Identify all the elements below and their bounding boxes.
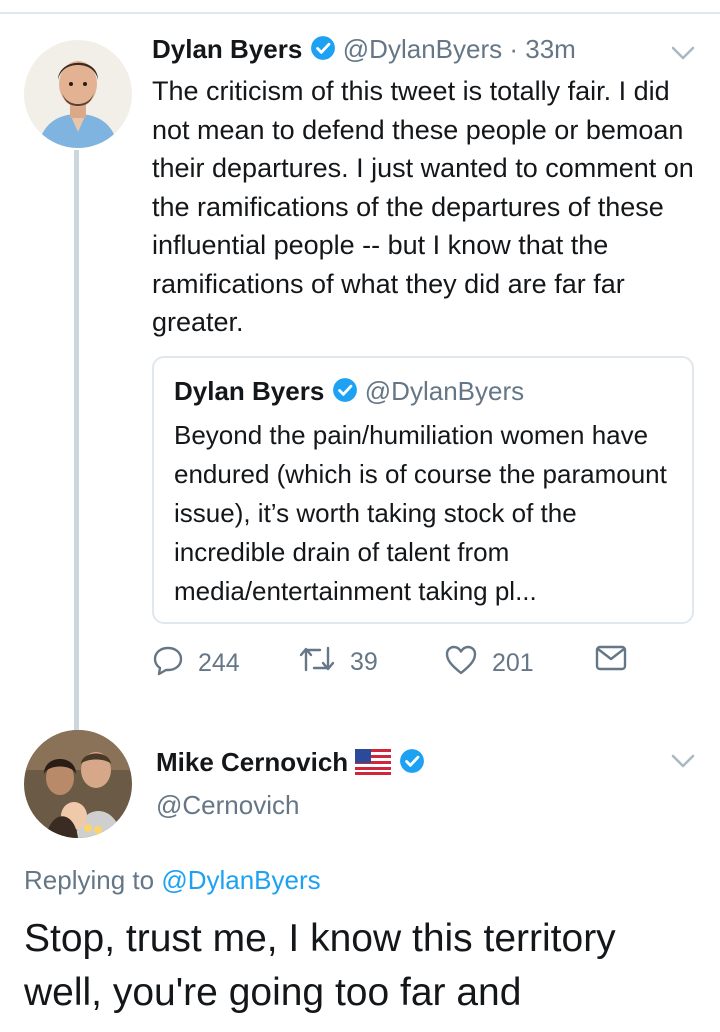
quoted-author-handle: @DylanByers — [364, 376, 525, 406]
verified-badge-icon — [332, 377, 358, 411]
quoted-tweet-card[interactable]: Dylan Byers @DylanByers Beyond the pain/… — [152, 356, 694, 624]
replying-to-prefix: Replying to — [24, 865, 155, 895]
retweet-button[interactable]: 39 — [298, 644, 378, 681]
quoted-author-name: Dylan Byers — [174, 376, 325, 406]
verified-badge-icon — [399, 747, 425, 783]
tweet-text: The criticism of this tweet is totally f… — [152, 76, 694, 337]
retweet-icon — [298, 644, 336, 681]
reply-button[interactable]: 244 — [152, 644, 240, 683]
quoted-tweet-text: Beyond the pain/humiliation women have e… — [174, 420, 667, 606]
chevron-down-icon[interactable] — [670, 752, 696, 775]
top-divider — [0, 12, 720, 14]
reply-author-handle[interactable]: @Cernovich — [156, 788, 299, 822]
reply-icon — [152, 644, 184, 683]
quoted-tweet-header: Dylan Byers @DylanByers — [174, 374, 524, 411]
replying-to-link[interactable]: @DylanByers — [161, 865, 320, 895]
us-flag-icon — [355, 748, 392, 784]
author-handle[interactable]: @DylanByers — [343, 34, 502, 64]
replying-to: Replying to @DylanByers — [24, 862, 321, 898]
reply-author-row: Mike Cernovich — [156, 744, 425, 784]
tweet-action-bar: 244 39 201 — [152, 644, 652, 684]
retweet-count: 39 — [350, 648, 378, 676]
like-icon — [444, 644, 478, 683]
reply-text: Stop, trust me, I know this territory we… — [24, 917, 616, 1014]
timestamp[interactable]: 33m — [525, 34, 576, 64]
avatar-dylan-byers[interactable] — [24, 40, 132, 148]
verified-badge-icon — [310, 35, 336, 69]
chevron-down-icon[interactable] — [670, 44, 696, 67]
thread-connector-line — [74, 150, 79, 730]
reply-count: 244 — [198, 649, 240, 677]
reply-author-name[interactable]: Mike Cernovich — [156, 747, 348, 777]
like-button[interactable]: 201 — [444, 644, 534, 683]
like-count: 201 — [492, 649, 534, 677]
tweet-header: Dylan Byers @DylanByers · 33m — [152, 32, 576, 69]
direct-message-button[interactable] — [594, 644, 628, 679]
separator-dot: · — [509, 34, 519, 64]
avatar-mike-cernovich[interactable] — [24, 730, 132, 838]
author-name[interactable]: Dylan Byers — [152, 34, 302, 64]
direct-message-icon — [594, 644, 628, 679]
